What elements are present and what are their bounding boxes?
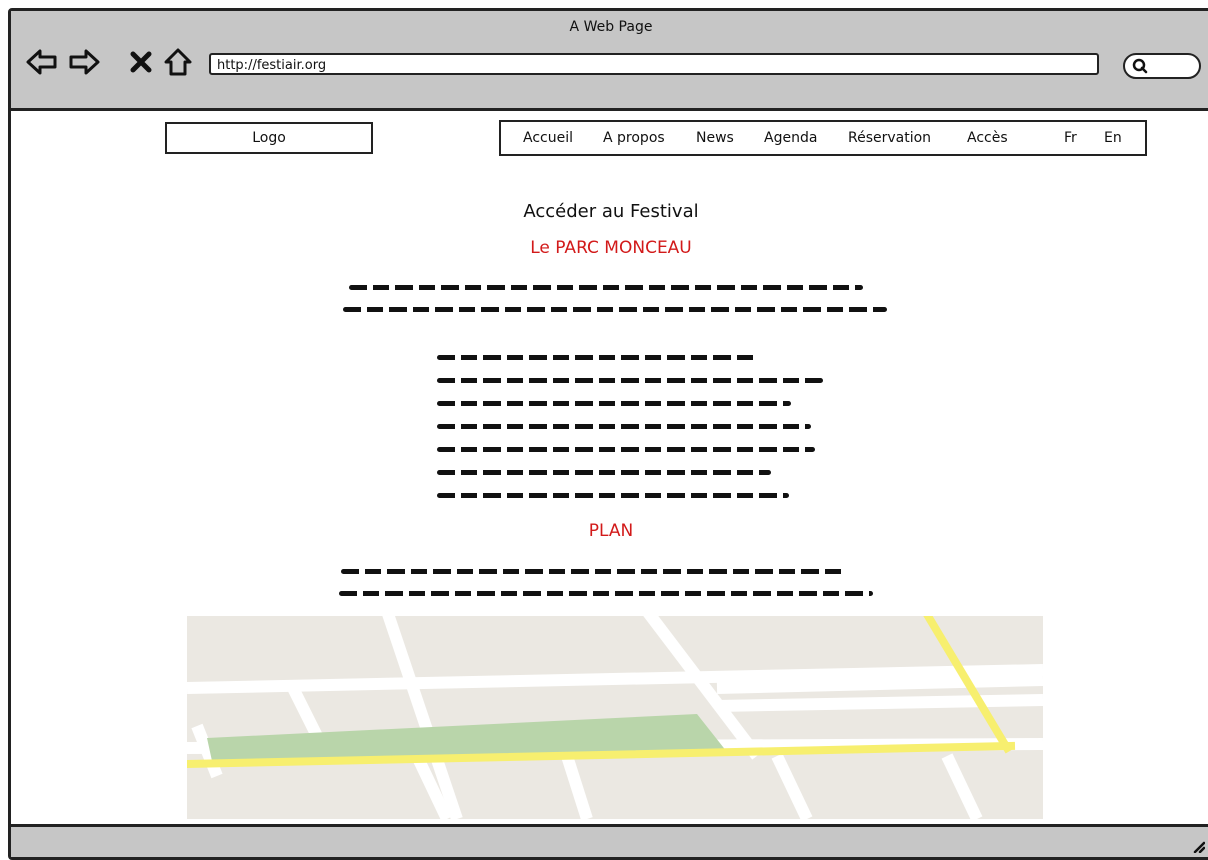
page-title: Accéder au Festival (523, 201, 699, 222)
site-logo[interactable]: Logo (165, 122, 373, 154)
section-title-plan: PLAN (588, 521, 634, 541)
home-icon (164, 48, 192, 76)
placeholder-text-line (437, 401, 791, 406)
arrow-left-icon (26, 49, 57, 75)
placeholder-text-line (339, 591, 873, 596)
browser-chrome: A Web Page http://festiair.org (11, 11, 1208, 111)
search-field[interactable] (1123, 53, 1201, 79)
nav-item-a-propos[interactable]: A propos (603, 130, 665, 146)
nav-item-acces[interactable]: Accès (967, 130, 1008, 146)
nav-item-accueil[interactable]: Accueil (523, 130, 573, 146)
search-icon (1132, 58, 1148, 74)
nav-item-news[interactable]: News (696, 130, 734, 146)
close-icon (130, 51, 152, 73)
browser-window: A Web Page http://festiair.org Logo Accu… (8, 8, 1208, 860)
window-title: A Web Page (569, 19, 653, 35)
back-button[interactable] (25, 45, 59, 79)
placeholder-text-line (437, 424, 811, 429)
placeholder-text-line (437, 378, 823, 383)
stop-button[interactable] (125, 45, 159, 79)
lang-fr-link[interactable]: Fr (1064, 130, 1077, 146)
location-map[interactable] (187, 616, 1043, 819)
placeholder-text-line (349, 285, 863, 290)
placeholder-text-line (437, 470, 771, 475)
placeholder-text-line (437, 447, 815, 452)
address-bar[interactable]: http://festiair.org (209, 53, 1099, 75)
resize-grip-icon[interactable] (1191, 839, 1205, 853)
placeholder-text-line (437, 493, 789, 498)
section-title-parc-monceau: Le PARC MONCEAU (530, 238, 692, 258)
placeholder-text-line (437, 355, 759, 360)
main-navigation: Accueil A propos News Agenda Réservation… (499, 120, 1147, 156)
nav-item-agenda[interactable]: Agenda (764, 130, 817, 146)
home-button[interactable] (161, 45, 195, 79)
placeholder-text-line (343, 307, 887, 312)
forward-button[interactable] (67, 45, 101, 79)
arrow-right-icon (69, 49, 100, 75)
placeholder-text-line (341, 569, 847, 574)
status-bar (11, 824, 1208, 857)
lang-en-link[interactable]: En (1104, 130, 1122, 146)
nav-item-reservation[interactable]: Réservation (848, 130, 931, 146)
map-graphic (187, 616, 1043, 819)
